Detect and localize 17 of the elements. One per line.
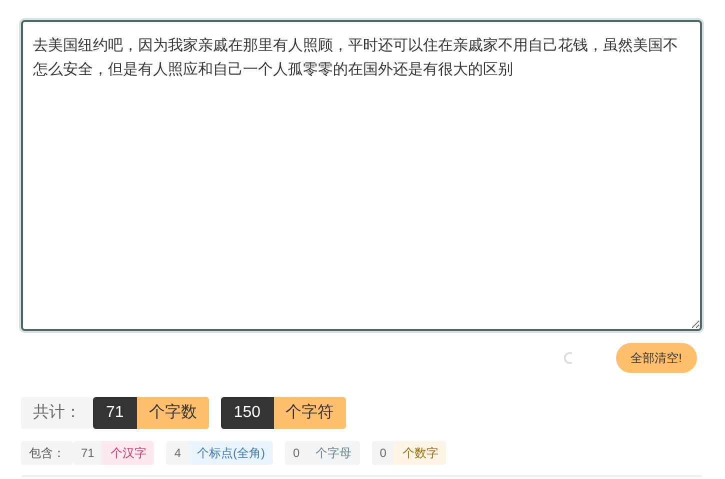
loading-spinner-icon: [564, 352, 574, 364]
total-count: 71: [93, 397, 137, 429]
detail-count: 71: [73, 441, 102, 465]
total-label: 共计：: [21, 397, 93, 429]
text-input-field[interactable]: 去美国纽约吧，因为我家亲戚在那里有人照顾，平时还可以住在亲戚家不用自己花钱，虽然美国不怎么安全，但是有人照应和自己一个人孤零零的在国外还是有很大的区别: [21, 20, 702, 331]
detail-count: 0: [372, 441, 394, 465]
detail-unit-label: 个数字: [394, 441, 446, 465]
clear-all-button[interactable]: 全部清空!: [616, 343, 697, 373]
total-count: 150: [220, 397, 274, 429]
detail-count: 4: [166, 441, 190, 465]
detail-unit-label: 个汉字: [102, 441, 154, 465]
total-unit-label: 个字数: [136, 397, 209, 429]
total-unit-label: 个字符: [274, 397, 346, 429]
detail-count: 0: [285, 441, 308, 465]
contains-label: 包含：: [21, 441, 73, 465]
detail-unit-label: 个标点(全角): [189, 441, 274, 465]
detail-unit-label: 个字母: [308, 441, 360, 465]
